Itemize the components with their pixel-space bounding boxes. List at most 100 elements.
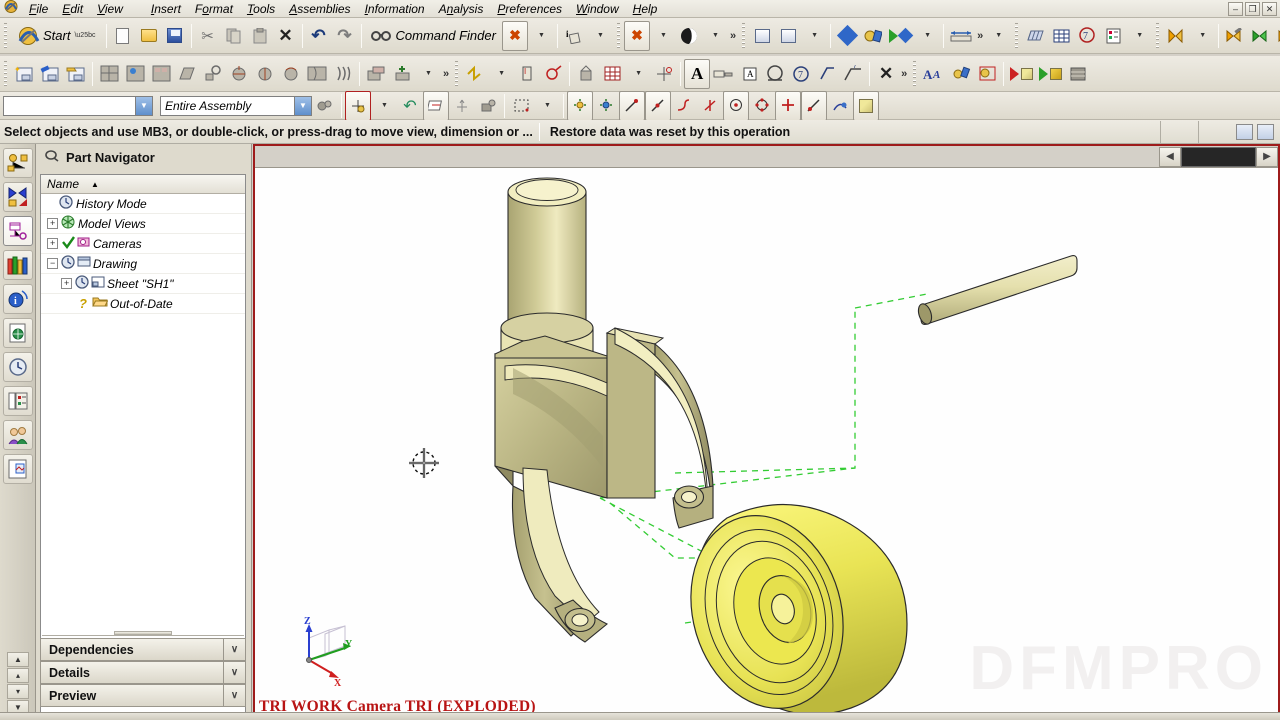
resource-item-reuse-library[interactable]	[3, 250, 33, 280]
copy-button[interactable]	[221, 21, 247, 51]
resource-item-part-navigator[interactable]	[3, 216, 33, 246]
graphics-canvas[interactable]: DFMPRO Z Y X TRI WORK Camera TRI (EXPLOD…	[255, 168, 1278, 718]
tree-row-sheet-sh1[interactable]: + Sheet "SH1"	[41, 274, 245, 294]
end-point-button[interactable]	[619, 90, 645, 121]
open-button[interactable]	[136, 21, 162, 51]
undo-button[interactable]: ↶	[306, 21, 332, 51]
show-hide-dropdown[interactable]: ▼	[914, 21, 940, 51]
section-details[interactable]: Details ∨	[40, 661, 246, 684]
toolbar-grip[interactable]	[740, 22, 748, 49]
caster-fork-yoke[interactable]	[494, 327, 714, 643]
information-dropdown[interactable]: ▼	[587, 21, 613, 51]
graphics-scroll-track[interactable]	[1181, 146, 1256, 167]
chevron-down-icon[interactable]: ∨	[223, 685, 245, 706]
drafting-table-button[interactable]	[1100, 21, 1126, 51]
expander-minus-icon[interactable]: −	[47, 258, 58, 269]
view-dependent-edit-button[interactable]	[363, 59, 389, 89]
resource-item-constraint-navigator[interactable]	[3, 182, 33, 212]
weld-symbol-button[interactable]: 7	[840, 59, 866, 89]
new-sheet-button[interactable]: ✦	[11, 59, 37, 89]
menu-information[interactable]: Information	[358, 1, 432, 17]
tree-row-out-of-date[interactable]: ? Out-of-Date	[41, 294, 245, 314]
view-preferences-button[interactable]	[974, 59, 1000, 89]
snap-point-dropdown[interactable]: ▼	[371, 91, 397, 121]
bowtie-new-button[interactable]	[1163, 21, 1189, 51]
break-out-section-button[interactable]	[200, 59, 226, 89]
select-general-button[interactable]	[312, 91, 338, 121]
menu-assemblies[interactable]: Assemblies	[282, 1, 357, 17]
measure-dropdown[interactable]: ▼	[985, 21, 1011, 51]
chevron-down-icon[interactable]: ∨	[223, 662, 245, 683]
menu-tools[interactable]: Tools	[240, 1, 282, 17]
control-point-button[interactable]	[671, 91, 697, 121]
drafting-dropdown[interactable]: ▼	[1126, 21, 1152, 51]
resource-scroll-up[interactable]: ▴	[7, 668, 29, 683]
centerline-dropdown[interactable]: ▼	[488, 59, 514, 89]
show-hide-button[interactable]	[886, 21, 914, 51]
delete-button[interactable]: ✕	[273, 21, 299, 51]
section-preview[interactable]: Preview ∨	[40, 684, 246, 707]
expander-plus-icon[interactable]: +	[47, 218, 58, 229]
toolbar-grip[interactable]	[911, 60, 919, 87]
layer-visible-button[interactable]	[775, 21, 801, 51]
scope-combo[interactable]: Entire Assembly ▼	[160, 95, 312, 116]
balloon-symbol-button[interactable]: 7	[788, 59, 814, 89]
surface-finish-symbol-button[interactable]	[814, 59, 840, 89]
new-drawing-sheet-button[interactable]	[1022, 21, 1048, 51]
panel-splitter[interactable]	[42, 629, 244, 636]
arc-center-button[interactable]	[723, 90, 749, 121]
sort-ascending-icon[interactable]: ▲	[91, 180, 99, 189]
graphics-scroll-left-button[interactable]: ◀	[1159, 146, 1181, 167]
bowtie-dropdown[interactable]: ▼	[1189, 21, 1215, 51]
toolbar-grip[interactable]	[614, 22, 622, 49]
toolbar-overflow-chevron[interactable]: »	[443, 68, 449, 80]
hatch-cube-button[interactable]	[1065, 59, 1091, 89]
component-select-button[interactable]	[475, 91, 501, 121]
menu-insert[interactable]: Insert	[144, 1, 188, 17]
tree-row-cameras[interactable]: + Cameras	[41, 234, 245, 254]
open-sheet-button[interactable]	[63, 59, 89, 89]
two-curve-intersection-button[interactable]	[827, 91, 853, 121]
paste-button[interactable]	[247, 21, 273, 51]
shaded-sphere-button[interactable]	[676, 21, 702, 51]
display-green-cube-button[interactable]	[1036, 59, 1065, 89]
point-on-surface-button[interactable]	[801, 90, 827, 121]
caster-wheel[interactable]	[669, 497, 908, 720]
start-menu-button[interactable]: Start \u25bc	[11, 22, 103, 50]
splitter-knob[interactable]	[114, 631, 172, 635]
display-red-cube-button[interactable]	[1007, 59, 1036, 89]
menu-analysis[interactable]: Analysis	[432, 1, 491, 17]
resource-item-system-materials[interactable]	[3, 386, 33, 416]
status-window-icon[interactable]	[1257, 124, 1274, 140]
toolbar-grip[interactable]	[1154, 22, 1162, 49]
section-dependencies[interactable]: Dependencies ∨	[40, 638, 246, 661]
layer-dropdown[interactable]: ▼	[801, 21, 827, 51]
information-button[interactable]: i	[561, 21, 587, 51]
existing-point-button[interactable]	[775, 90, 801, 121]
edit-sheet-button[interactable]	[37, 59, 63, 89]
toolbar-grip[interactable]	[2, 22, 9, 49]
minimize-button[interactable]: –	[1228, 2, 1243, 16]
menu-preferences[interactable]: Preferences	[490, 1, 569, 17]
tree-column-header[interactable]: Name ▲	[41, 175, 245, 194]
resource-item-roles[interactable]	[3, 420, 33, 450]
annotation-style-button[interactable]: AA	[920, 59, 948, 89]
resource-item-web-browser[interactable]	[3, 454, 33, 484]
face-select-button[interactable]	[423, 90, 449, 121]
rectangle-select-button[interactable]	[508, 91, 534, 121]
command-finder-run-button[interactable]: ✖	[501, 20, 528, 51]
bowtie-link-button[interactable]	[1274, 21, 1280, 51]
measure-distance-button[interactable]	[947, 21, 975, 51]
nx-app-icon[interactable]	[0, 0, 22, 17]
caster-wheel-assembly-model[interactable]	[255, 168, 1278, 720]
intersection-point-button[interactable]	[697, 91, 723, 121]
projected-view-button[interactable]	[122, 59, 148, 89]
toolbar-grip[interactable]	[2, 60, 9, 87]
rectangle-select-dropdown[interactable]: ▼	[534, 91, 560, 121]
table-dropdown[interactable]: ▼	[625, 59, 651, 89]
crosshair-target-button[interactable]	[651, 59, 677, 89]
command-finder-dropdown[interactable]: ▼	[528, 21, 554, 51]
toolbar-overflow-chevron[interactable]: »	[901, 68, 907, 80]
chevron-down-icon[interactable]: ▼	[135, 96, 152, 115]
base-view-button[interactable]	[96, 59, 122, 89]
